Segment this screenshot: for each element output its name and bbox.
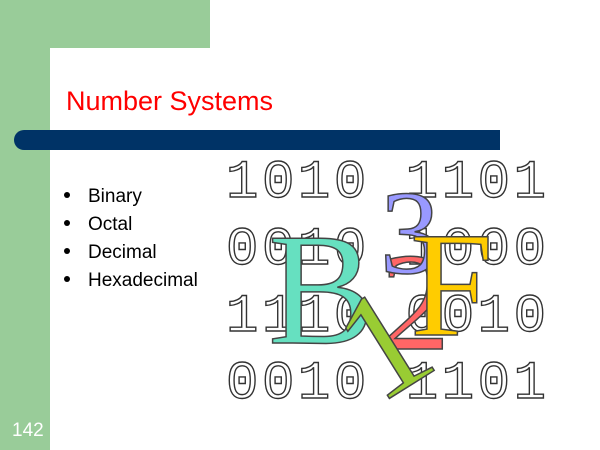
corner-curve: [50, 48, 90, 88]
bullet-item-hexadecimal: Hexadecimal: [64, 267, 198, 295]
bullet-dot-icon: [64, 219, 70, 226]
bullet-dot-icon: [64, 275, 70, 282]
bullet-item-decimal: Decimal: [64, 239, 198, 267]
slide: Number Systems Binary Octal Decimal Hexa…: [0, 0, 600, 450]
bullet-text: Hexadecimal: [88, 270, 198, 291]
bullet-item-binary: Binary: [64, 183, 198, 211]
slide-title: Number Systems: [66, 86, 274, 116]
top-accent-band: [0, 0, 210, 48]
bullet-list: Binary Octal Decimal Hexadecimal: [64, 183, 198, 295]
bullet-text: Binary: [88, 186, 142, 207]
bullet-dot-icon: [64, 247, 70, 254]
number-systems-clipart: 1010 1101 0010 1000 1110 0010 0010 1101 …: [225, 152, 546, 415]
bullet-item-octal: Octal: [64, 211, 198, 239]
bullet-dot-icon: [64, 191, 70, 198]
left-accent-band: [0, 0, 50, 450]
page-number: 142: [12, 420, 44, 441]
bullet-text: Octal: [88, 214, 133, 235]
bullet-text: Decimal: [88, 242, 157, 263]
